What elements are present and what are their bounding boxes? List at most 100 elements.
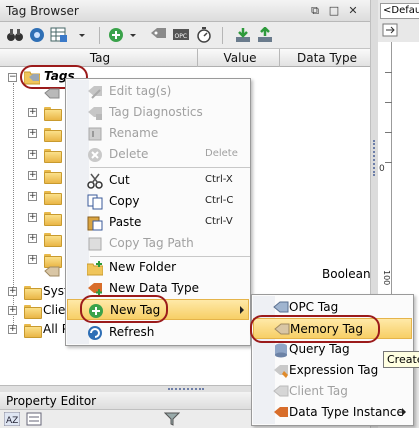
ruler-tick: [385, 132, 392, 133]
ruler-tick: [385, 72, 392, 73]
tree-item-client[interactable]: Clie: [43, 303, 65, 317]
expand-toggle[interactable]: +: [28, 192, 37, 201]
toolbar-divider: [99, 27, 100, 44]
svg-text:AZ: AZ: [6, 416, 18, 426]
property-editor-title: Property Editor: [6, 394, 97, 408]
folder-icon: [44, 128, 62, 142]
tag-data-type-cell: Boolean: [322, 267, 371, 281]
expand-toggle[interactable]: +: [28, 129, 37, 138]
folder-icon: [44, 170, 62, 184]
toolbar-divider: [222, 27, 223, 44]
import-icon[interactable]: [234, 27, 252, 43]
svg-text:OPC: OPC: [175, 33, 188, 40]
column-divider[interactable]: [279, 49, 280, 67]
menu-separator: [90, 167, 250, 168]
new-tag-highlight-ring: [80, 295, 168, 323]
expand-toggle[interactable]: +: [28, 108, 37, 117]
new-folder-icon: [87, 261, 103, 276]
client-tag-icon: [273, 385, 289, 397]
splitter-grip: [168, 388, 204, 390]
submenu-arrow-icon: [402, 408, 406, 416]
menu-item-refresh[interactable]: Refresh: [67, 322, 249, 343]
expand-toggle[interactable]: +: [28, 171, 37, 180]
filter-icon[interactable]: [164, 412, 180, 426]
ruler-label: 100: [382, 270, 391, 286]
add-dropdown-arrow-icon[interactable]: [128, 27, 138, 43]
sort-alpha-icon[interactable]: AZ: [4, 412, 20, 426]
folder-icon: [24, 286, 42, 300]
dropdown-arrow-icon[interactable]: [77, 27, 87, 43]
submenu-item-client-tag[interactable]: Client Tag: [253, 381, 412, 402]
submenu-arrow-icon: [240, 306, 244, 314]
column-header-tag[interactable]: Tag: [80, 51, 120, 65]
paste-icon: [87, 216, 103, 231]
menu-item-new-folder[interactable]: New Folder: [67, 257, 249, 278]
folder-icon: [44, 212, 62, 226]
edit-tag-icon: [88, 86, 102, 99]
tag-browser-toolbar: OPC: [0, 22, 370, 49]
folder-icon: [44, 149, 62, 163]
default-selector-combo[interactable]: <Defau: [380, 3, 419, 19]
expand-toggle[interactable]: +: [28, 213, 37, 222]
query-tag-icon: [275, 343, 287, 358]
expand-toggle[interactable]: +: [28, 255, 37, 264]
tag-context-menu: Edit tag(s) Tag Diagnostics Rename Delet…: [65, 78, 251, 346]
folder-icon: [24, 305, 42, 319]
expand-toggle[interactable]: +: [8, 306, 17, 315]
rename-icon: [88, 127, 102, 141]
folder-icon: [44, 254, 62, 268]
add-tag-icon[interactable]: [108, 27, 126, 43]
expression-tag-icon: [274, 365, 288, 378]
panel-title: Tag Browser: [6, 4, 79, 18]
opc-server-icon[interactable]: OPC: [172, 27, 190, 43]
export-icon[interactable]: [256, 27, 274, 43]
folder-icon: [44, 191, 62, 205]
expand-workspace-icon[interactable]: [382, 22, 398, 38]
tag-item-icon: [44, 266, 60, 277]
tag-provider-icon[interactable]: [28, 27, 46, 43]
data-type-instance-icon: [274, 407, 288, 417]
splitter-grip: [373, 140, 375, 176]
grid-view-icon[interactable]: [50, 27, 68, 43]
refresh-icon: [88, 326, 102, 340]
categorized-view-icon[interactable]: [26, 412, 42, 426]
float-window-button[interactable]: ⧉: [308, 4, 322, 17]
scissors-icon: [87, 173, 103, 189]
tag-item-icon: [44, 88, 60, 99]
menu-item-edit-tags[interactable]: Edit tag(s): [67, 81, 249, 102]
menu-item-cut[interactable]: Cut Ctrl-X: [67, 170, 249, 191]
menu-item-rename[interactable]: Rename: [67, 123, 249, 144]
column-header-value[interactable]: Value: [210, 51, 270, 65]
close-button[interactable]: ✕: [346, 4, 360, 17]
folder-icon: [44, 107, 62, 121]
column-header-data-type[interactable]: Data Type: [287, 51, 367, 65]
ruler-tick: [385, 102, 392, 103]
maximize-button[interactable]: □: [327, 4, 341, 17]
submenu-item-data-type-instance[interactable]: Data Type Instance: [253, 402, 412, 423]
menu-item-paste[interactable]: Paste Ctrl-V: [67, 212, 249, 233]
tag-icon[interactable]: [150, 27, 168, 43]
ruler-label: 0: [379, 164, 385, 174]
expand-toggle[interactable]: +: [8, 287, 17, 296]
folder-icon: [44, 233, 62, 247]
stopwatch-icon[interactable]: [195, 27, 213, 43]
tooltip: Create: [383, 351, 419, 368]
menu-item-copy-tag-path[interactable]: Copy Tag Path: [67, 233, 249, 254]
expand-toggle[interactable]: +: [28, 150, 37, 159]
ruler-tick: [385, 162, 392, 163]
binoculars-icon[interactable]: [6, 27, 24, 43]
expand-toggle[interactable]: +: [8, 325, 17, 334]
menu-item-tag-diagnostics[interactable]: Tag Diagnostics: [67, 102, 249, 123]
copy-path-icon: [88, 237, 102, 251]
diagnostics-icon: [88, 107, 102, 120]
collapse-toggle[interactable]: −: [8, 73, 17, 82]
folder-icon: [24, 324, 42, 338]
delete-icon: [88, 148, 102, 162]
menu-item-delete[interactable]: Delete Delete: [67, 144, 249, 165]
tag-browser-titlebar: Tag Browser ⧉ □ ✕: [0, 0, 370, 22]
column-divider[interactable]: [197, 49, 198, 67]
expand-toggle[interactable]: +: [28, 234, 37, 243]
menu-item-copy[interactable]: Copy Ctrl-C: [67, 191, 249, 212]
opc-tag-icon: [273, 301, 289, 313]
copy-icon: [87, 194, 103, 210]
